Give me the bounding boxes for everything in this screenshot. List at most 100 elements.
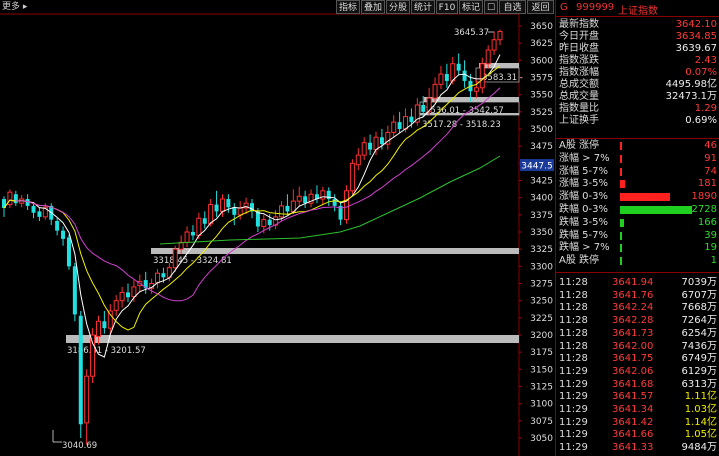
tick-row: 11:28 3642.24 7668万 — [556, 302, 719, 314]
back-button[interactable]: 返回 — [527, 0, 554, 14]
candle-body — [172, 248, 178, 269]
price-axis-label: 3500 — [530, 125, 553, 135]
support-zone-bar — [66, 335, 519, 343]
breadth-count: 74 — [704, 165, 717, 177]
candlestick-chart-pane[interactable]: 3650362536003575355035253500347534503425… — [0, 0, 555, 456]
breadth-row: 涨幅 > 7% 91 — [556, 153, 719, 165]
indicator-button[interactable]: 指标 — [336, 0, 360, 14]
breadth-bar — [620, 206, 692, 214]
candle-body — [491, 39, 497, 51]
favorite-checkbox[interactable]: ☐ — [484, 0, 498, 14]
stat-row: 总成交量 32473.1万 — [556, 91, 719, 103]
tick-time: 11:29 — [559, 429, 588, 441]
breadth-bar — [620, 167, 622, 176]
breadth-row: 跌幅 0-3% 2728 — [556, 204, 719, 216]
tick-volume: 7264万 — [681, 315, 717, 327]
price-axis-label: 3350 — [530, 228, 553, 238]
candle-body — [219, 198, 225, 212]
candle-body — [462, 70, 467, 81]
tick-time: 11:28 — [559, 277, 588, 288]
more-menu-button[interactable]: 更多 ▸ — [0, 0, 27, 14]
tick-time: 11:28 — [559, 315, 588, 327]
tick-time: 11:29 — [559, 365, 588, 377]
breadth-bar — [620, 193, 670, 202]
tick-row: 11:29 3642.06 6129万 — [556, 366, 719, 378]
candle-body — [255, 211, 260, 227]
candle-body — [113, 300, 119, 311]
breadth-label: 涨幅 3-5% — [559, 178, 609, 190]
current-price-tag: 3447.5 — [521, 162, 553, 172]
candle-body — [95, 320, 101, 337]
stat-label: 总成交额 — [559, 79, 599, 90]
tick-volume: 1.14亿 — [684, 416, 717, 428]
stat-row: 指数涨幅 0.07% — [556, 67, 719, 79]
tick-row: 11:28 3642.00 7436万 — [556, 341, 719, 353]
tick-price: 3641.73 — [612, 327, 654, 339]
stat-label: 今日开盘 — [559, 31, 599, 42]
candlestick-chart[interactable]: 3650362536003575355035253500347534503425… — [0, 0, 555, 456]
candle-body — [72, 266, 77, 315]
price-axis-label: 3625 — [530, 39, 553, 49]
tick-row: 11:29 3641.57 1.11亿 — [556, 391, 719, 403]
breadth-row: 跌幅 > 7% 19 — [556, 242, 719, 254]
candle-body — [343, 190, 349, 221]
tick-row: 11:29 3641.34 1.03亿 — [556, 404, 719, 416]
f10-button[interactable]: F10 — [436, 0, 458, 14]
tick-volume: 6254万 — [681, 327, 717, 339]
support-zone-label: 3517.28 - 3518.23 — [422, 120, 501, 130]
candle-body — [421, 104, 426, 112]
stat-label: 昨日收盘 — [559, 43, 599, 54]
price-axis-label: 3525 — [530, 108, 553, 118]
candle-body — [102, 321, 107, 329]
tick-time: 11:29 — [559, 378, 588, 390]
tick-row: 11:29 3641.42 1.14亿 — [556, 417, 719, 429]
candle-body — [226, 199, 231, 208]
stat-value: 3639.67 — [675, 43, 717, 54]
tick-row: 11:28 3642.28 7264万 — [556, 315, 719, 327]
candle-body — [31, 205, 36, 213]
price-axis-label: 3475 — [530, 142, 553, 152]
stat-value: 4495.98亿 — [665, 79, 717, 90]
price-axis-label: 3125 — [530, 383, 553, 393]
tick-time: 11:28 — [559, 289, 588, 301]
breadth-row: 跌幅 3-5% 166 — [556, 217, 719, 229]
candle-body — [391, 121, 397, 133]
tick-volume: 1.05亿 — [684, 429, 717, 441]
stat-row: 今日开盘 3634.85 — [556, 31, 719, 43]
tick-volume: 1.03亿 — [684, 404, 717, 415]
candle-body — [78, 315, 83, 425]
breadth-row: 涨幅 3-5% 181 — [556, 178, 719, 190]
tick-row: 11:28 3641.94 7039万 — [556, 277, 719, 289]
candle-body — [208, 204, 214, 225]
candle-body — [349, 162, 355, 192]
breadth-label: A股 涨停 — [559, 140, 600, 151]
candle-body — [190, 232, 195, 236]
stat-value: 0.07% — [685, 67, 717, 78]
high-price-label: 3645.37 — [454, 28, 489, 38]
candle-body — [267, 219, 272, 226]
candle-body — [13, 194, 18, 204]
more-label: 更多 — [2, 2, 21, 12]
mark-button[interactable]: 标记 — [459, 0, 483, 14]
candle-body — [368, 142, 373, 150]
overlay-button[interactable]: 叠加 — [361, 0, 385, 14]
tick-row: 11:28 3641.73 6254万 — [556, 328, 719, 340]
statistics-button[interactable]: 统计 — [411, 0, 435, 14]
stat-value: 3634.85 — [675, 31, 717, 42]
price-axis-label: 3075 — [530, 417, 553, 427]
tick-price: 3642.24 — [612, 302, 654, 314]
add-favorite-button[interactable]: 自选 — [499, 0, 526, 14]
breadth-count: 181 — [697, 178, 717, 190]
tick-volume: 6749万 — [681, 353, 717, 365]
candle-body — [285, 205, 290, 212]
tick-time: 11:29 — [559, 416, 588, 428]
price-axis-label: 3200 — [530, 331, 553, 341]
breadth-row: 涨幅 5-7% 74 — [556, 166, 719, 178]
tick-price: 3642.28 — [612, 315, 654, 327]
tick-volume: 6707万 — [681, 289, 717, 301]
breadth-bar — [620, 142, 622, 150]
breadth-count: 46 — [704, 140, 717, 151]
tick-time: 11:29 — [559, 442, 588, 454]
split-stock-button[interactable]: 分股 — [386, 0, 410, 14]
tick-volume: 6129万 — [681, 365, 717, 377]
